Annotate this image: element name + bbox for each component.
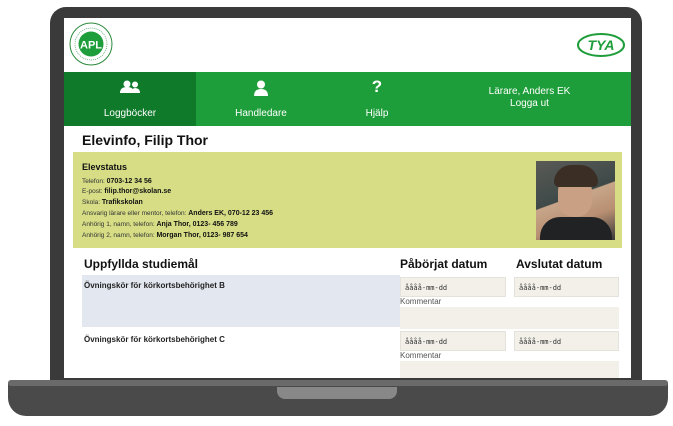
status-phone: Telefon: 0703-12 34 56	[82, 178, 152, 185]
nav-label-hjalp: Hjälp	[365, 108, 389, 119]
goals-header-start: Påbörjat datum	[400, 257, 488, 271]
start-date-input[interactable]: åååå-mm-dd	[400, 277, 506, 297]
nav-label-handledare: Handledare	[235, 108, 287, 119]
status-school: Skola: Trafikskolan	[82, 199, 143, 206]
student-status-panel: Elevstatus Telefon: 0703-12 34 56 E-post…	[73, 152, 622, 248]
laptop-base-edge	[8, 380, 668, 386]
apl-logo[interactable]: APL	[69, 22, 113, 66]
laptop-notch	[277, 387, 397, 399]
nav-item-hjalp[interactable]: ? Hjälp	[326, 72, 428, 126]
status-heading: Elevstatus	[82, 162, 128, 172]
status-mentor: Ansvarig lärare eller mentor, telefon: A…	[82, 210, 274, 217]
apl-logo-text: APL	[80, 40, 102, 52]
people-icon	[64, 80, 196, 97]
nav-label-loggbocker: Loggböcker	[103, 108, 157, 119]
comment-label: Kommentar	[400, 297, 442, 306]
page-title: Elevinfo, Filip Thor	[82, 132, 208, 148]
question-icon: ?	[371, 77, 383, 96]
goals-header-end: Avslutat datum	[516, 257, 603, 271]
header: APL TYA	[64, 18, 631, 72]
goal-name: Övningskör för körkortsbehörighet B	[84, 281, 225, 290]
user-panel: Lärare, Anders EK Logga ut	[428, 72, 631, 126]
goal-name: Övningskör för körkortsbehörighet C	[84, 335, 225, 344]
start-date-input[interactable]: åååå-mm-dd	[400, 331, 506, 351]
end-date-input[interactable]: åååå-mm-dd	[514, 331, 619, 351]
nav-item-loggbocker[interactable]: Loggböcker	[64, 72, 196, 126]
tya-logo[interactable]: TYA	[577, 32, 625, 58]
status-email: E-post: filip.thor@skolan.se	[82, 188, 172, 195]
status-relative-2: Anhörig 2, namn, telefon: Morgan Thor, 0…	[82, 232, 248, 239]
stage: APL TYA Loggböcker Handledare ? Hjälp Lä…	[0, 0, 673, 426]
main-nav: Loggböcker Handledare ? Hjälp Lärare, An…	[64, 72, 631, 126]
nav-item-handledare[interactable]: Handledare	[196, 72, 326, 126]
person-icon	[196, 80, 326, 99]
laptop-screen: APL TYA Loggböcker Handledare ? Hjälp Lä…	[64, 18, 631, 378]
end-date-input[interactable]: åååå-mm-dd	[514, 277, 619, 297]
comment-input[interactable]	[400, 307, 619, 329]
student-photo	[536, 161, 615, 240]
comment-input[interactable]	[400, 361, 619, 378]
goals-header-name: Uppfyllda studiemål	[84, 257, 199, 271]
status-relative-1: Anhörig 1, namn, telefon: Anja Thor, 012…	[82, 221, 238, 228]
comment-label: Kommentar	[400, 351, 442, 360]
user-name: Lärare, Anders EK	[488, 86, 571, 97]
tya-logo-text: TYA	[588, 37, 615, 53]
logout-link[interactable]: Logga ut	[428, 98, 631, 110]
